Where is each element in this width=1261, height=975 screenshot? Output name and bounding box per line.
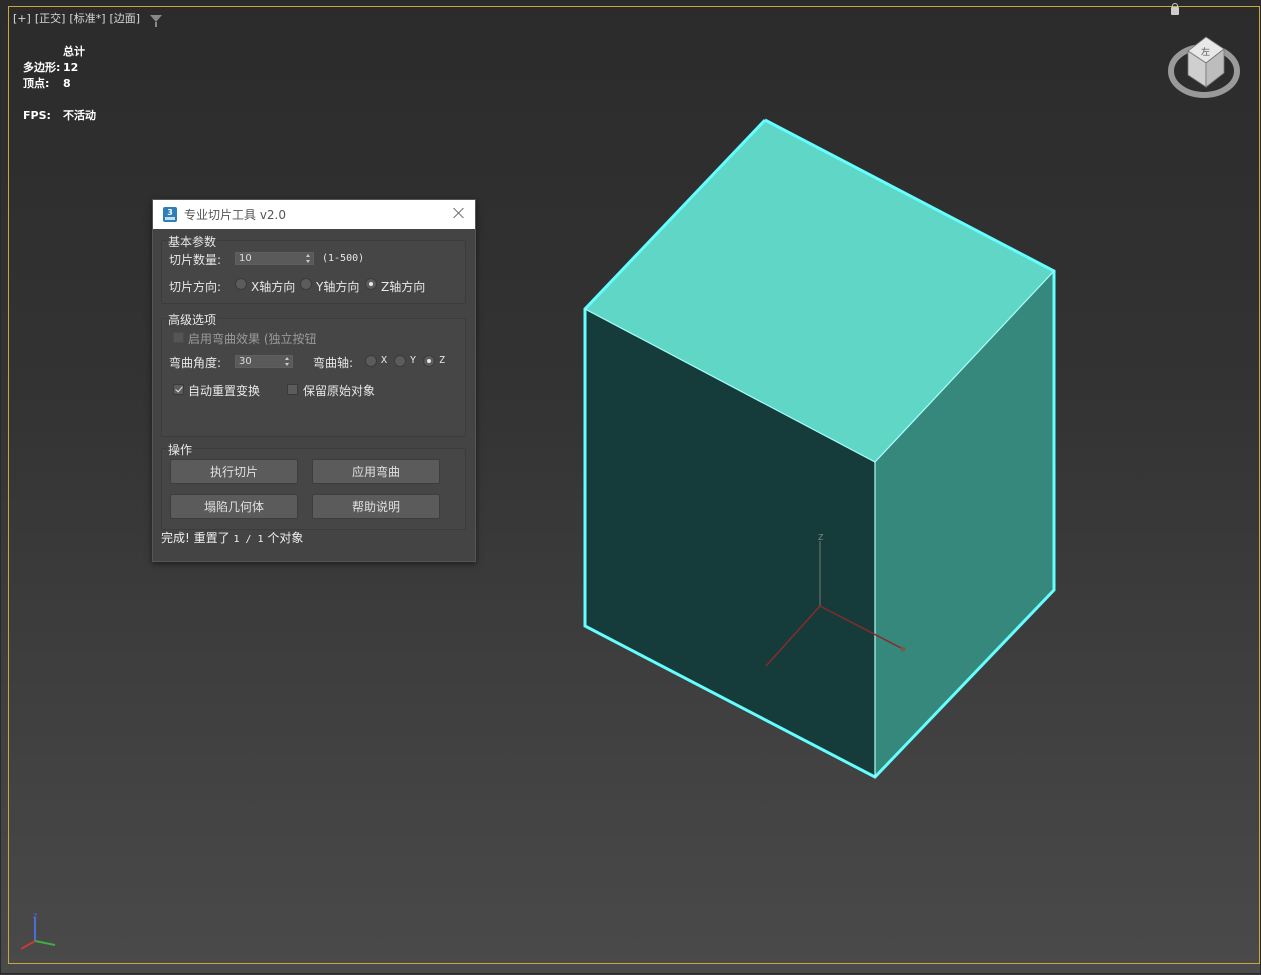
selected-box-object[interactable] bbox=[583, 118, 1056, 779]
bend-axis-x-label[interactable]: X bbox=[381, 355, 387, 366]
world-axis-tripod: z bbox=[20, 911, 56, 950]
svg-text:z: z bbox=[33, 911, 37, 920]
advanced-options-group: 高级选项 启用弯曲效果 (独立按钮 弯曲角度: 30 弯曲轴: X Y Z 自动… bbox=[161, 313, 466, 437]
direction-y-label[interactable]: Y轴方向 bbox=[316, 278, 359, 295]
enable-bend-checkbox[interactable] bbox=[173, 332, 184, 343]
actions-group: 操作 执行切片 应用弯曲 塌陷几何体 帮助说明 bbox=[161, 443, 466, 530]
direction-x-label[interactable]: X轴方向 bbox=[251, 278, 295, 295]
bend-axis-y-radio[interactable] bbox=[394, 355, 406, 367]
close-button[interactable] bbox=[451, 205, 467, 221]
direction-z-radio[interactable] bbox=[365, 278, 377, 290]
auto-reset-label[interactable]: 自动重置变换 bbox=[188, 382, 260, 399]
bend-axis-y-label[interactable]: Y bbox=[410, 355, 416, 366]
bend-angle-value[interactable]: 30 bbox=[239, 356, 252, 367]
advanced-options-title: 高级选项 bbox=[167, 313, 218, 327]
spinner-arrows-icon[interactable] bbox=[285, 357, 290, 367]
slice-count-spinner[interactable]: 10 bbox=[235, 252, 314, 265]
gizmo-y-handle bbox=[900, 646, 906, 652]
bend-angle-label: 弯曲角度: bbox=[169, 356, 222, 370]
apply-bend-button[interactable]: 应用弯曲 bbox=[312, 459, 440, 484]
auto-reset-checkbox[interactable] bbox=[173, 384, 184, 395]
spinner-arrows-icon[interactable] bbox=[306, 254, 311, 264]
slice-count-value[interactable]: 10 bbox=[239, 253, 252, 264]
bend-angle-spinner[interactable]: 30 bbox=[235, 355, 293, 368]
slice-count-range: (1-500) bbox=[322, 253, 365, 264]
direction-z-label[interactable]: Z轴方向 bbox=[381, 278, 425, 295]
status-count: 1 / 1 bbox=[233, 534, 264, 545]
bend-axis-label: 弯曲轴: bbox=[313, 356, 354, 370]
enable-bend-label: 启用弯曲效果 (独立按钮 bbox=[188, 332, 317, 346]
slice-tool-dialog[interactable]: 3 专业切片工具 v2.0 基本参数 切片数量: 10 (1-500) 切片方向… bbox=[152, 199, 476, 562]
basic-params-group: 基本参数 切片数量: 10 (1-500) 切片方向: X轴方向 Y轴方向 Z轴… bbox=[161, 235, 466, 304]
status-suffix: 个对象 bbox=[267, 531, 304, 545]
gizmo-z-label: Z bbox=[818, 533, 824, 542]
slice-count-label: 切片数量: bbox=[169, 253, 222, 267]
status-message: 完成! 重置了 1 / 1 个对象 bbox=[161, 529, 303, 546]
basic-params-title: 基本参数 bbox=[167, 235, 218, 249]
lock-icon[interactable] bbox=[1171, 3, 1179, 15]
viewcube-face-label: 左 bbox=[1201, 46, 1210, 58]
keep-original-checkbox[interactable] bbox=[287, 384, 298, 395]
help-button[interactable]: 帮助说明 bbox=[312, 494, 440, 519]
run-slice-button[interactable]: 执行切片 bbox=[170, 459, 298, 484]
app-3dsmax-icon: 3 bbox=[163, 207, 177, 222]
dialog-title: 专业切片工具 v2.0 bbox=[184, 208, 287, 222]
direction-y-radio[interactable] bbox=[300, 278, 312, 290]
slice-direction-label: 切片方向: bbox=[169, 280, 222, 294]
dialog-titlebar[interactable]: 3 专业切片工具 v2.0 bbox=[153, 200, 475, 229]
viewcube[interactable]: 左 bbox=[1166, 29, 1246, 101]
status-prefix: 完成! 重置了 bbox=[161, 531, 230, 545]
collapse-geometry-button[interactable]: 塌陷几何体 bbox=[170, 494, 298, 519]
direction-x-radio[interactable] bbox=[235, 278, 247, 290]
keep-original-label[interactable]: 保留原始对象 bbox=[303, 382, 375, 399]
bend-axis-z-label[interactable]: Z bbox=[439, 355, 445, 366]
bend-axis-z-radio[interactable] bbox=[423, 355, 435, 367]
actions-title: 操作 bbox=[167, 443, 194, 457]
bend-axis-x-radio[interactable] bbox=[365, 355, 377, 367]
